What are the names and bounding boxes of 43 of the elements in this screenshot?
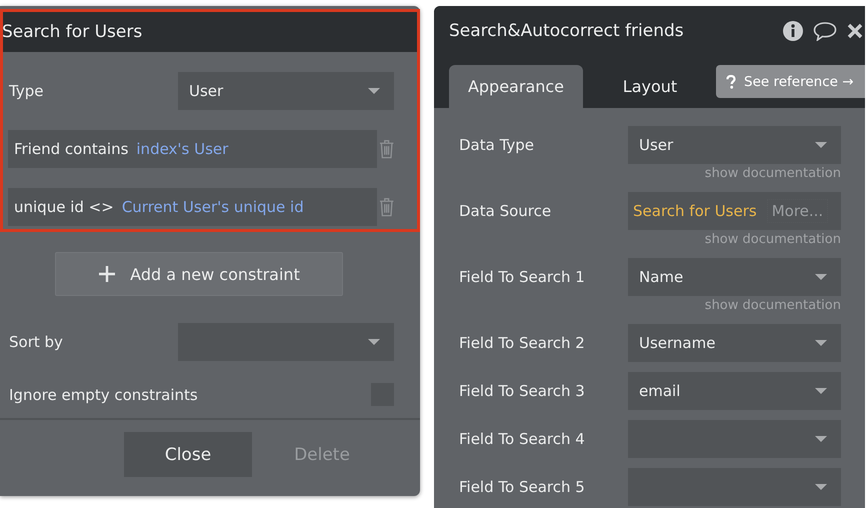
panel-tab[interactable]: Appearance bbox=[449, 65, 583, 108]
caret-icon bbox=[815, 484, 827, 490]
ignore-empty-label: Ignore empty constraints bbox=[9, 386, 198, 404]
property-dropdown[interactable] bbox=[628, 468, 841, 506]
property-label: Data Type bbox=[459, 136, 536, 154]
type-label: Type bbox=[9, 82, 44, 100]
plus-icon bbox=[98, 265, 116, 283]
caret-icon bbox=[815, 436, 827, 442]
property-label: Field To Search 2 bbox=[459, 334, 586, 352]
panel-tab[interactable]: Layout bbox=[583, 65, 717, 108]
property-label: Field To Search 5 bbox=[459, 478, 586, 496]
type-dropdown[interactable]: User bbox=[178, 72, 394, 110]
expression-field[interactable]: Search for Users More... bbox=[628, 192, 841, 230]
question-icon bbox=[726, 74, 736, 88]
add-constraint-button[interactable]: Add a new constraint bbox=[55, 252, 343, 296]
property-dropdown[interactable]: email bbox=[628, 372, 841, 410]
close-icon[interactable] bbox=[847, 22, 863, 38]
trash-icon[interactable] bbox=[378, 197, 394, 217]
panel-title: Search&Autocorrect friends bbox=[449, 20, 684, 40]
see-reference-button[interactable]: See reference → bbox=[716, 65, 865, 98]
caret-icon bbox=[815, 340, 827, 346]
trash-icon[interactable] bbox=[378, 139, 394, 159]
info-icon[interactable] bbox=[783, 20, 803, 40]
property-dropdown[interactable]: Username bbox=[628, 324, 841, 362]
property-label: Field To Search 1 bbox=[459, 268, 586, 286]
property-dropdown[interactable]: User bbox=[628, 126, 841, 164]
sort-by-label: Sort by bbox=[9, 333, 63, 351]
property-dropdown[interactable] bbox=[628, 420, 841, 458]
property-dropdown[interactable]: Name bbox=[628, 258, 841, 296]
caret-icon bbox=[368, 88, 380, 94]
caret-icon bbox=[368, 339, 380, 345]
caret-icon bbox=[815, 388, 827, 394]
close-button[interactable]: Close bbox=[124, 432, 252, 477]
speech-bubble-icon[interactable] bbox=[813, 20, 837, 40]
property-label: Field To Search 4 bbox=[459, 430, 586, 448]
property-label: Field To Search 3 bbox=[459, 382, 586, 400]
dialog-title: Search for Users bbox=[2, 22, 142, 42]
sort-dropdown[interactable] bbox=[178, 323, 394, 361]
property-label: Data Source bbox=[459, 202, 552, 220]
constraint-field[interactable]: unique id <> Current User's unique id bbox=[8, 188, 377, 226]
caret-icon bbox=[815, 142, 827, 148]
caret-icon bbox=[815, 274, 827, 280]
constraint-field[interactable]: Friend contains index's User bbox=[8, 130, 377, 168]
